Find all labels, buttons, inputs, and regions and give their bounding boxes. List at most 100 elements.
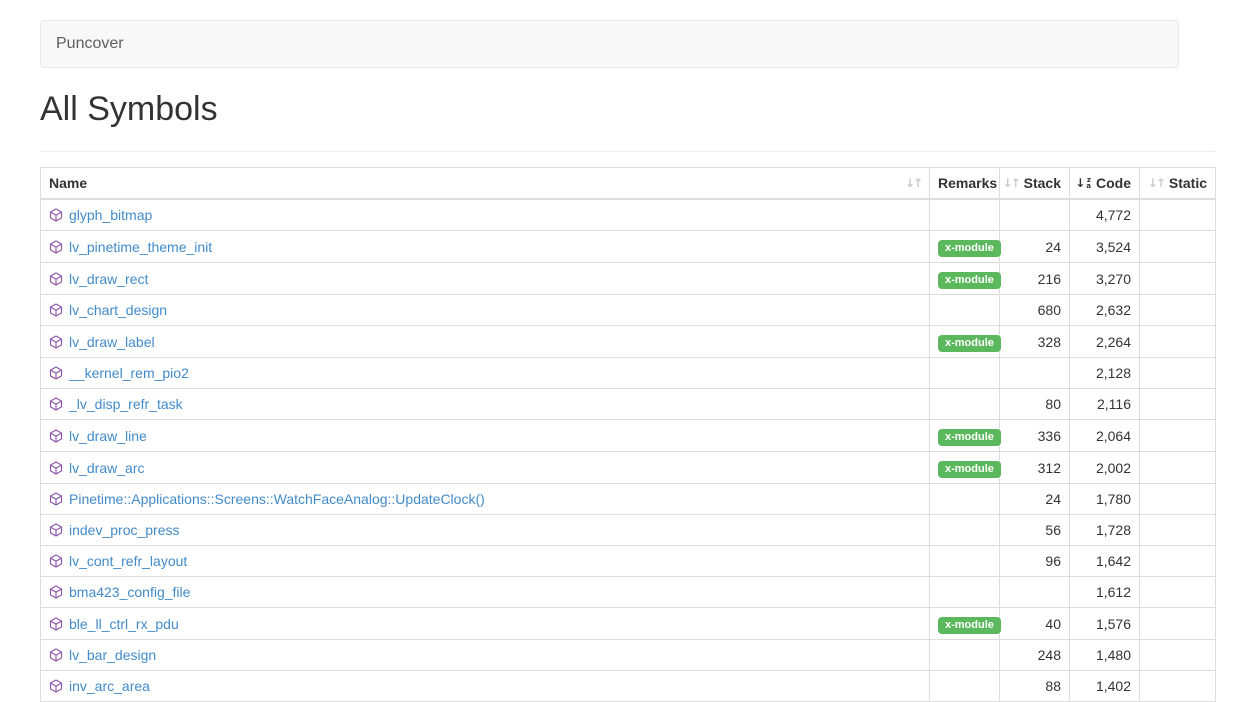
symbol-link[interactable]: _lv_disp_refr_task [69, 396, 183, 412]
symbol-name-cell: lv_pinetime_theme_init [41, 231, 930, 263]
x-module-badge: x-module [938, 335, 1001, 352]
symbol-link[interactable]: lv_draw_arc [69, 460, 144, 476]
column-header-remarks[interactable]: Remarks [930, 168, 1000, 200]
code-cell: 2,264 [1070, 326, 1140, 358]
static-cell [1140, 671, 1216, 702]
symbol-name-cell: lv_chart_design [41, 295, 930, 326]
symbol-link[interactable]: lv_pinetime_theme_init [69, 239, 212, 255]
stack-cell: 24 [1000, 484, 1070, 515]
package-cube-icon [49, 366, 63, 380]
static-cell [1140, 420, 1216, 452]
column-header-stack[interactable]: ↓↑ Stack [1000, 168, 1070, 200]
x-module-badge: x-module [938, 429, 1001, 446]
code-cell: 2,632 [1070, 295, 1140, 326]
remarks-cell: x-module [930, 263, 1000, 295]
symbol-link[interactable]: glyph_bitmap [69, 207, 152, 223]
code-cell: 2,002 [1070, 452, 1140, 484]
page-container: Puncover All Symbols Name ↓↑ Remarks [0, 0, 1260, 702]
column-label: Code [1096, 175, 1131, 191]
table-row: lv_cont_refr_layout961,642 [41, 546, 1216, 577]
symbol-name-cell: inv_arc_area [41, 671, 930, 702]
package-cube-icon [49, 335, 63, 349]
sort-both-icon: ↓↑ [1003, 176, 1019, 190]
table-row: lv_draw_rectx-module2163,270 [41, 263, 1216, 295]
code-cell: 1,576 [1070, 608, 1140, 640]
x-module-badge: x-module [938, 461, 1001, 478]
table-row: lv_bar_design2481,480 [41, 640, 1216, 671]
table-row: __kernel_rem_pio2 2,128 [41, 358, 1216, 389]
symbol-link[interactable]: bma423_config_file [69, 584, 190, 600]
stack-cell: 80 [1000, 389, 1070, 420]
package-cube-icon [49, 585, 63, 599]
static-cell [1140, 263, 1216, 295]
symbol-name-cell: lv_draw_label [41, 326, 930, 358]
table-row: lv_draw_arcx-module3122,002 [41, 452, 1216, 484]
remarks-cell [930, 546, 1000, 577]
package-cube-icon [49, 303, 63, 317]
x-module-badge: x-module [938, 272, 1001, 289]
stack-cell: 24 [1000, 231, 1070, 263]
symbol-link[interactable]: indev_proc_press [69, 522, 180, 538]
table-row: glyph_bitmap 4,772 [41, 199, 1216, 231]
symbol-name-cell: lv_draw_rect [41, 263, 930, 295]
column-header-static[interactable]: ↓↑ Static [1140, 168, 1216, 200]
package-cube-icon [49, 397, 63, 411]
symbol-name-cell: lv_cont_refr_layout [41, 546, 930, 577]
symbol-link[interactable]: inv_arc_area [69, 678, 150, 694]
table-row: lv_chart_design 6802,632 [41, 295, 1216, 326]
code-cell: 2,128 [1070, 358, 1140, 389]
package-cube-icon [49, 429, 63, 443]
remarks-cell: x-module [930, 608, 1000, 640]
package-cube-icon [49, 208, 63, 222]
stack-cell: 680 [1000, 295, 1070, 326]
symbol-name-cell: lv_draw_line [41, 420, 930, 452]
symbol-link[interactable]: lv_chart_design [69, 302, 167, 318]
code-cell: 4,772 [1070, 199, 1140, 231]
column-header-code[interactable]: ↓za Code [1070, 168, 1140, 200]
remarks-cell [930, 484, 1000, 515]
table-row: _lv_disp_refr_task 802,116 [41, 389, 1216, 420]
symbol-name-cell: indev_proc_press [41, 515, 930, 546]
stack-cell: 328 [1000, 326, 1070, 358]
symbol-link[interactable]: lv_draw_line [69, 428, 147, 444]
x-module-badge: x-module [938, 617, 1001, 634]
page-title: All Symbols [40, 90, 1260, 128]
column-header-name[interactable]: Name ↓↑ [41, 168, 930, 200]
symbol-name-cell: lv_bar_design [41, 640, 930, 671]
brand-link[interactable]: Puncover [41, 21, 139, 67]
column-label: Stack [1024, 175, 1061, 191]
table-row: bma423_config_file1,612 [41, 577, 1216, 608]
symbol-link[interactable]: Pinetime::Applications::Screens::WatchFa… [69, 491, 485, 507]
symbol-link[interactable]: lv_draw_rect [69, 271, 148, 287]
table-row: lv_draw_linex-module3362,064 [41, 420, 1216, 452]
stack-cell: 88 [1000, 671, 1070, 702]
static-cell [1140, 231, 1216, 263]
code-cell: 1,480 [1070, 640, 1140, 671]
symbols-table-body: glyph_bitmap 4,772 lv_pinetime_theme_init… [41, 199, 1216, 702]
static-cell [1140, 326, 1216, 358]
static-cell [1140, 515, 1216, 546]
static-cell [1140, 452, 1216, 484]
package-cube-icon [49, 523, 63, 537]
stack-cell: 56 [1000, 515, 1070, 546]
package-cube-icon [49, 240, 63, 254]
code-cell: 1,642 [1070, 546, 1140, 577]
symbol-link[interactable]: lv_bar_design [69, 647, 156, 663]
static-cell [1140, 577, 1216, 608]
code-cell: 1,402 [1070, 671, 1140, 702]
symbol-name-cell: _lv_disp_refr_task [41, 389, 930, 420]
code-cell: 2,116 [1070, 389, 1140, 420]
symbol-link[interactable]: lv_cont_refr_layout [69, 553, 187, 569]
symbol-link[interactable]: ble_ll_ctrl_rx_pdu [69, 616, 179, 632]
code-cell: 3,524 [1070, 231, 1140, 263]
package-cube-icon [49, 617, 63, 631]
column-label: Remarks [938, 175, 997, 191]
remarks-cell [930, 577, 1000, 608]
symbol-link[interactable]: lv_draw_label [69, 334, 155, 350]
divider [40, 151, 1215, 152]
symbol-link[interactable]: __kernel_rem_pio2 [69, 365, 189, 381]
table-row: inv_arc_area 881,402 [41, 671, 1216, 702]
static-cell [1140, 546, 1216, 577]
column-label: Static [1169, 175, 1207, 191]
column-label: Name [49, 175, 87, 191]
